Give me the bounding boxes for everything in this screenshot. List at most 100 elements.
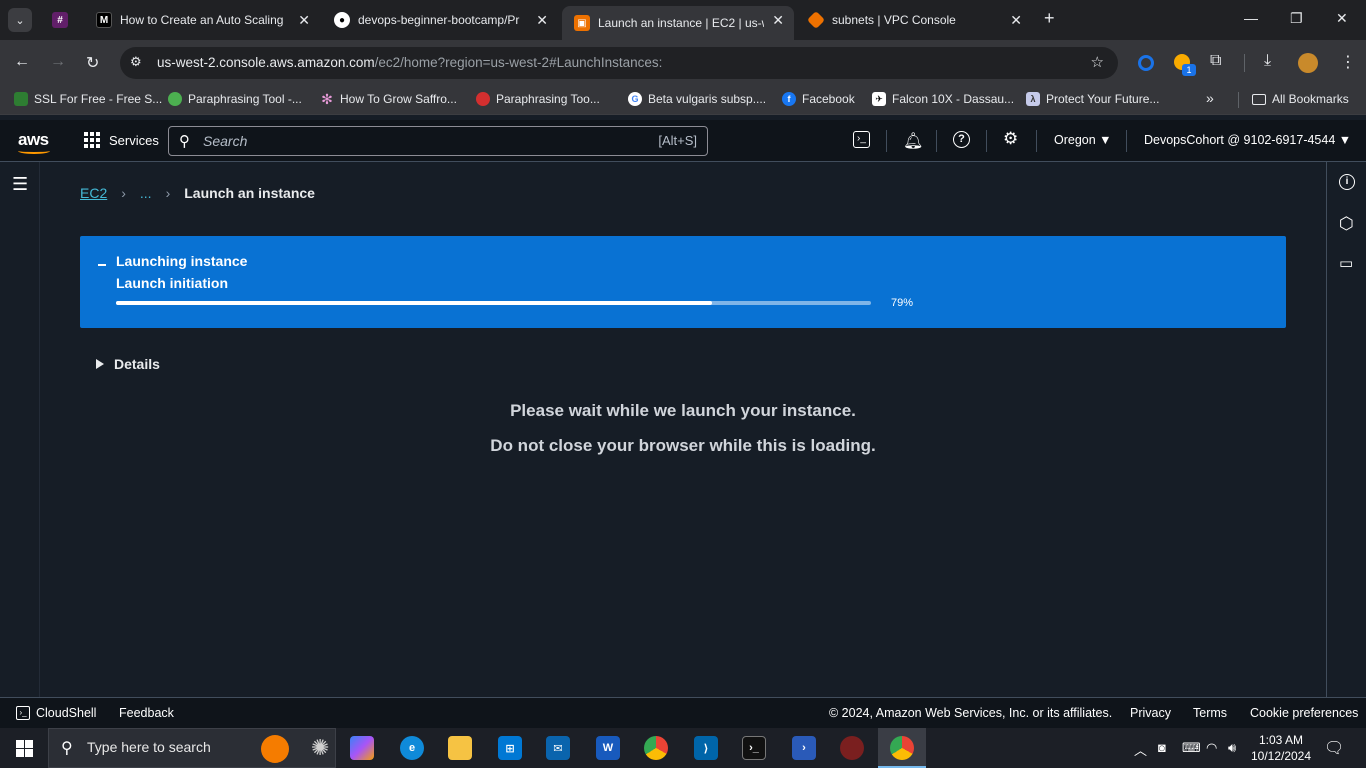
hexagon-icon[interactable]: ⬡ bbox=[1339, 214, 1354, 234]
close-icon[interactable]: ✕ bbox=[298, 12, 310, 29]
system-clock[interactable]: 1:03 AM 10/12/2024 bbox=[1250, 732, 1312, 764]
more-bookmarks-icon[interactable]: » bbox=[1206, 90, 1214, 106]
more-menu-icon[interactable]: ⋮ bbox=[1340, 52, 1356, 72]
tab-medium[interactable]: M How to Create an Auto Scaling ✕ bbox=[84, 6, 320, 34]
notifications-icon[interactable]: 🗨︎ bbox=[1324, 738, 1344, 758]
cloudshell-icon[interactable]: ›_ bbox=[853, 131, 870, 148]
cloudshell-button[interactable]: ›_ CloudShell bbox=[16, 706, 96, 720]
privacy-link[interactable]: Privacy bbox=[1130, 706, 1171, 720]
bookmark-item[interactable]: SSL For Free - Free S... bbox=[14, 92, 162, 106]
aws-logo[interactable]: aws bbox=[18, 130, 50, 154]
bookmark-item[interactable]: λ Protect Your Future... bbox=[1026, 92, 1159, 106]
minimize-button[interactable]: — bbox=[1244, 10, 1258, 26]
bookmark-item[interactable]: f Facebook bbox=[782, 92, 855, 106]
search-icon: ⚲ bbox=[179, 133, 190, 150]
close-window-button[interactable]: ✕ bbox=[1336, 10, 1348, 27]
back-arrow-icon[interactable]: ← bbox=[14, 53, 30, 71]
cookie-preferences-link[interactable]: Cookie preferences bbox=[1250, 706, 1358, 720]
close-icon[interactable]: ✕ bbox=[1010, 12, 1022, 29]
file-explorer-icon[interactable] bbox=[448, 736, 472, 760]
tab-subnets[interactable]: subnets | VPC Console ✕ bbox=[796, 6, 1032, 34]
paraphrase-icon bbox=[476, 92, 490, 106]
breadcrumb-ec2-link[interactable]: EC2 bbox=[80, 185, 107, 201]
help-icon[interactable]: ? bbox=[953, 131, 970, 148]
clock-date: 10/12/2024 bbox=[1250, 749, 1312, 763]
tray-chevron-up-icon[interactable]: ︿ bbox=[1134, 740, 1147, 759]
windows-start-icon[interactable] bbox=[16, 740, 33, 757]
extension-icon[interactable] bbox=[1138, 55, 1154, 71]
meet-now-icon[interactable]: ◙ bbox=[1158, 740, 1166, 755]
wifi-icon[interactable]: ◠ bbox=[1206, 740, 1217, 756]
clock-time: 1:03 AM bbox=[1258, 733, 1304, 747]
bookmark-item[interactable]: ✻ How To Grow Saffro... bbox=[320, 90, 457, 107]
search-input[interactable] bbox=[203, 131, 643, 151]
breadcrumb-ellipsis-link[interactable]: ... bbox=[140, 185, 152, 201]
bookmark-star-icon[interactable]: ☆ bbox=[1091, 53, 1104, 71]
restore-button[interactable]: ❐ bbox=[1290, 10, 1303, 27]
bookmark-item[interactable]: ✈ Falcon 10X - Dassau... bbox=[872, 92, 1014, 106]
account-menu[interactable]: DevopsCohort @ 9102-6917-4544 ▼ bbox=[1144, 133, 1351, 147]
all-bookmarks-label: All Bookmarks bbox=[1272, 92, 1349, 106]
details-expander[interactable]: Details bbox=[96, 356, 160, 372]
active-chrome-taskbar-item[interactable] bbox=[878, 728, 926, 768]
flash-title: Launching instance bbox=[116, 253, 248, 269]
terminal-icon[interactable]: ›_ bbox=[742, 736, 766, 760]
facebook-icon: f bbox=[782, 92, 796, 106]
url-host: us-west-2.console.aws.amazon.com bbox=[157, 55, 375, 70]
bookmark-item[interactable]: Paraphrasing Tool -... bbox=[168, 92, 302, 106]
taskbar-search[interactable]: ⚲ ✺ bbox=[48, 728, 336, 768]
close-icon[interactable]: ✕ bbox=[772, 12, 784, 29]
vscode-icon[interactable]: ⟩ bbox=[694, 736, 718, 760]
bell-icon[interactable]: 🔔︎ bbox=[903, 131, 923, 151]
bookmark-item[interactable]: Paraphrasing Too... bbox=[476, 92, 600, 106]
hamburger-menu-icon[interactable]: ☰ bbox=[12, 174, 28, 195]
profile-avatar[interactable] bbox=[1298, 53, 1318, 73]
tab-slack[interactable]: # bbox=[40, 6, 84, 34]
region-selector[interactable]: Oregon ▼ bbox=[1054, 133, 1112, 147]
tab-search-button[interactable]: ⌄ bbox=[8, 8, 32, 32]
bookmark-label: Facebook bbox=[802, 92, 855, 106]
powershell-icon[interactable]: › bbox=[792, 736, 816, 760]
bookmark-label: SSL For Free - Free S... bbox=[34, 92, 163, 106]
right-side-rail: i ⬡ ▭ bbox=[1326, 162, 1366, 697]
progress-bar-fill bbox=[116, 301, 713, 305]
github-icon: ● bbox=[334, 12, 350, 28]
search-box[interactable]: ⚲ [Alt+S] bbox=[168, 126, 708, 156]
bookmark-label: Falcon 10X - Dassau... bbox=[892, 92, 1015, 106]
feedback-panel-icon[interactable]: ▭ bbox=[1339, 254, 1353, 272]
all-bookmarks-button[interactable]: All Bookmarks bbox=[1252, 92, 1349, 106]
address-bar[interactable]: ⚙ us-west-2.console.aws.amazon.com/ec2/h… bbox=[120, 47, 1118, 79]
flash-subtitle: Launch initiation bbox=[116, 275, 228, 291]
game-icon[interactable] bbox=[840, 736, 864, 760]
site-info-icon[interactable]: ⚙ bbox=[130, 54, 142, 70]
plane-icon: ✈ bbox=[872, 92, 886, 106]
gear-icon[interactable]: ⚙ bbox=[1003, 129, 1018, 149]
nav-divider bbox=[936, 130, 937, 152]
reload-icon[interactable]: ↻ bbox=[86, 53, 99, 73]
volume-icon[interactable]: 🔊︎ bbox=[1228, 740, 1236, 756]
chrome-icon[interactable] bbox=[644, 736, 668, 760]
services-menu-button[interactable]: Services bbox=[84, 132, 159, 148]
forward-arrow-icon[interactable]: → bbox=[50, 53, 66, 71]
new-tab-button[interactable]: + bbox=[1044, 8, 1055, 29]
download-icon[interactable]: ⤓ bbox=[1264, 52, 1271, 70]
terms-link[interactable]: Terms bbox=[1193, 706, 1227, 720]
tab-launch-instance[interactable]: ▣ Launch an instance | EC2 | us-w ✕ bbox=[562, 6, 794, 40]
flower-icon: ✻ bbox=[321, 90, 333, 107]
bookmark-item[interactable]: G Beta vulgaris subsp.... bbox=[628, 92, 766, 106]
input-method-icon[interactable]: ⌨ bbox=[1182, 740, 1201, 756]
store-icon[interactable]: ⊞ bbox=[498, 736, 522, 760]
feedback-link[interactable]: Feedback bbox=[119, 706, 174, 720]
url-text: us-west-2.console.aws.amazon.com/ec2/hom… bbox=[157, 55, 662, 70]
edge-icon[interactable]: e bbox=[400, 736, 424, 760]
info-icon[interactable]: i bbox=[1339, 174, 1355, 190]
close-icon[interactable]: ✕ bbox=[536, 12, 548, 29]
tab-github[interactable]: ● devops-beginner-bootcamp/Pr ✕ bbox=[322, 6, 558, 34]
progress-bar bbox=[116, 301, 871, 305]
taskbar-search-input[interactable] bbox=[87, 739, 247, 755]
copilot-icon[interactable] bbox=[350, 736, 374, 760]
word-icon[interactable]: W bbox=[596, 736, 620, 760]
cloudshell-icon: ›_ bbox=[16, 706, 30, 720]
mail-icon[interactable]: ✉ bbox=[546, 736, 570, 760]
extensions-puzzle-icon[interactable]: ⧉ bbox=[1210, 52, 1221, 70]
